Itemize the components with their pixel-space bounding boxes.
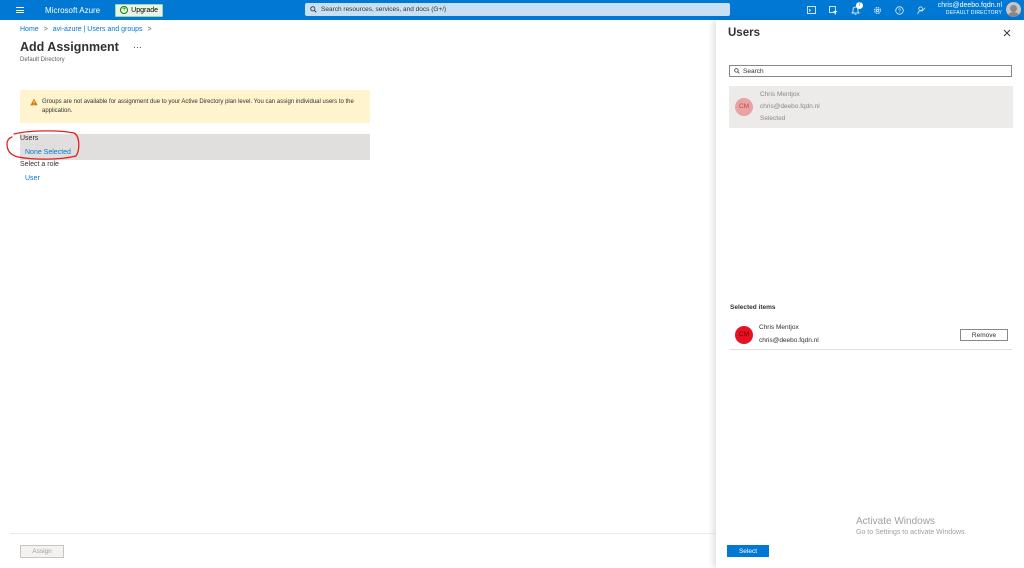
- breadcrumb-home[interactable]: Home: [20, 26, 39, 33]
- users-selector[interactable]: Users None Selected: [20, 134, 370, 160]
- brand-name[interactable]: Microsoft Azure: [45, 6, 100, 15]
- cloud-shell-icon[interactable]: [805, 4, 817, 16]
- activate-windows-watermark: Activate Windows Go to Settings to activ…: [856, 516, 967, 536]
- assign-button[interactable]: Assign: [20, 545, 64, 558]
- breadcrumb-users-and-groups[interactable]: avi-azure | Users and groups: [53, 26, 143, 33]
- select-button[interactable]: Select: [727, 545, 769, 557]
- selected-items-heading: Selected items: [730, 304, 776, 311]
- breadcrumb: Home > avi-azure | Users and groups >: [20, 26, 152, 33]
- account-info[interactable]: chris@deebo.fqdn.nl DEFAULT DIRECTORY: [938, 2, 1002, 16]
- user-search[interactable]: [729, 65, 1012, 77]
- search-icon: [734, 68, 740, 74]
- selected-item: CM Chris Mentjox chris@deebo.fqdn.nl Rem…: [730, 318, 1012, 350]
- close-icon[interactable]: [1002, 28, 1012, 38]
- users-value[interactable]: None Selected: [25, 149, 71, 156]
- footer-divider: [10, 533, 715, 534]
- selected-user-email: chris@deebo.fqdn.nl: [759, 337, 819, 344]
- global-search-input[interactable]: [321, 6, 701, 13]
- notifications-icon[interactable]: 7: [849, 2, 863, 16]
- page-title: Add Assignment ···: [20, 40, 142, 54]
- selected-user-avatar: CM: [735, 326, 753, 344]
- upgrade-button[interactable]: + Upgrade: [115, 3, 163, 17]
- feedback-icon[interactable]: [915, 4, 927, 16]
- warning-icon: [30, 98, 38, 106]
- warning-banner: Groups are not available for assignment …: [20, 90, 370, 123]
- warning-text: Groups are not available for assignment …: [42, 99, 354, 114]
- role-value[interactable]: User: [25, 175, 40, 182]
- users-label: Users: [20, 135, 39, 142]
- breadcrumb-separator: >: [147, 26, 152, 33]
- watermark-title: Activate Windows: [856, 516, 935, 527]
- search-icon: [310, 6, 317, 13]
- selected-user-name: Chris Mentjox: [759, 324, 799, 331]
- account-avatar[interactable]: [1006, 2, 1021, 17]
- users-panel: Users CM Chris Mentjox chris@deebo.fqdn.…: [716, 20, 1024, 568]
- notification-badge: 7: [856, 2, 863, 9]
- user-avatar: CM: [735, 98, 753, 116]
- toolbar-icons: 7 ?: [805, 0, 927, 20]
- user-status: Selected: [760, 115, 786, 122]
- upgrade-plus-icon: +: [120, 6, 129, 14]
- user-search-input[interactable]: [743, 67, 1003, 75]
- more-options-button[interactable]: ···: [133, 42, 142, 52]
- user-name: Chris Mentjox: [760, 91, 800, 98]
- upgrade-label: Upgrade: [131, 6, 158, 14]
- help-icon[interactable]: ?: [893, 4, 905, 16]
- svg-text:?: ?: [898, 8, 901, 14]
- page-subtitle: Default Directory: [20, 57, 65, 63]
- user-result-item[interactable]: CM Chris Mentjox chris@deebo.fqdn.nl Sel…: [729, 86, 1013, 128]
- role-label: Select a role: [20, 161, 59, 168]
- account-email: chris@deebo.fqdn.nl: [937, 2, 1002, 9]
- account-directory: DEFAULT DIRECTORY: [945, 10, 1002, 17]
- menu-icon[interactable]: [16, 0, 30, 20]
- panel-title: Users: [728, 27, 760, 39]
- remove-button[interactable]: Remove: [960, 329, 1008, 341]
- watermark-subtitle: Go to Settings to activate Windows.: [856, 529, 967, 536]
- user-email: chris@deebo.fqdn.nl: [760, 103, 820, 110]
- breadcrumb-separator: >: [43, 26, 48, 33]
- top-bar: Microsoft Azure + Upgrade 7 ? chris@deeb…: [0, 0, 1024, 20]
- global-search[interactable]: [305, 3, 730, 16]
- settings-gear-icon[interactable]: [871, 4, 883, 16]
- directory-filter-icon[interactable]: [827, 4, 839, 16]
- page-title-text: Add Assignment: [20, 40, 119, 54]
